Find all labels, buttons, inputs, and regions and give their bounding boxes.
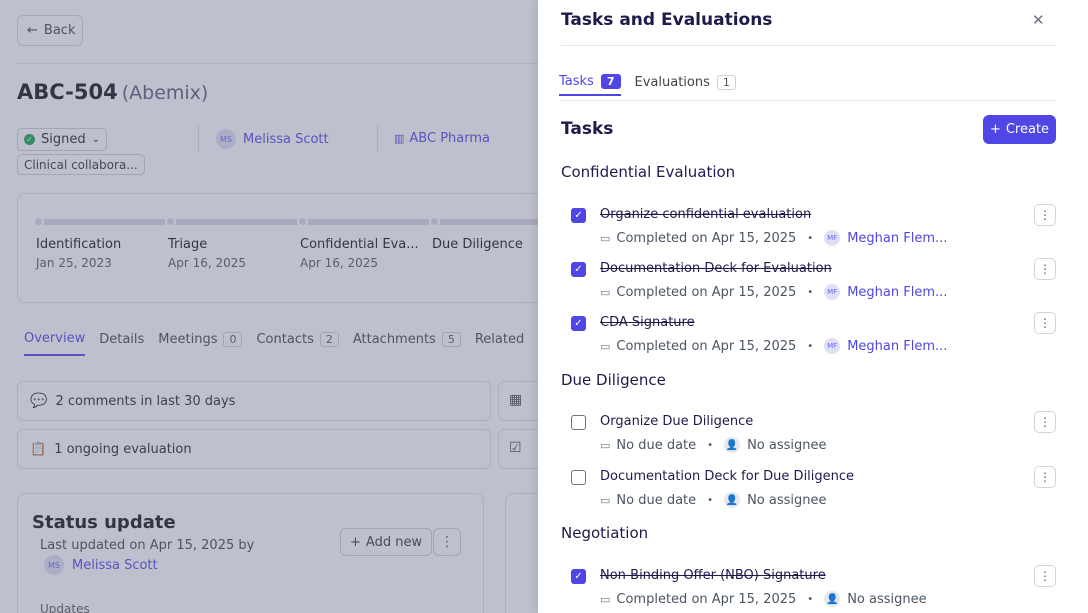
user-icon: 👤 [724, 437, 741, 453]
task-item: Documentation Deck for Due Diligence ▭ N… [571, 464, 1056, 514]
plus-icon: + [989, 122, 1001, 137]
task-item: ✓ Organize confidential evaluation ▭ Com… [571, 202, 1056, 252]
separator-dot: • [807, 593, 814, 605]
tab-label: Evaluations [634, 75, 710, 90]
section-title: Confidential Evaluation [561, 163, 736, 181]
user-icon: 👤 [824, 591, 841, 607]
check-icon: ✓ [574, 264, 583, 275]
task-name[interactable]: Organize confidential evaluation [600, 207, 811, 222]
avatar: MF [824, 284, 841, 300]
separator-dot: • [707, 439, 714, 451]
calendar-icon: ▭ [600, 339, 611, 353]
task-checkbox[interactable]: ✓ [571, 316, 586, 331]
calendar-icon: ▭ [600, 438, 611, 452]
task-name[interactable]: Organize Due Diligence [600, 414, 753, 429]
task-name[interactable]: Documentation Deck for Due Diligence [600, 469, 854, 484]
task-meta: ▭ No due date • 👤 No assignee [600, 492, 826, 508]
task-meta: ▭ No due date • 👤 No assignee [600, 437, 826, 453]
modal-backdrop[interactable] [0, 0, 538, 613]
user-icon: 👤 [724, 492, 741, 508]
task-date: No due date [616, 492, 697, 508]
tab-label: Tasks [559, 74, 594, 89]
tasks-heading: Tasks [561, 119, 614, 139]
check-icon: ✓ [574, 210, 583, 221]
separator-dot: • [707, 494, 714, 506]
section-title: Due Diligence [561, 371, 666, 389]
task-checkbox[interactable]: ✓ [571, 262, 586, 277]
task-date: Completed on Apr 15, 2025 [616, 284, 797, 300]
tab-count: 7 [600, 74, 621, 89]
task-checkbox[interactable]: ✓ [571, 208, 586, 223]
create-task-button[interactable]: + Create [983, 115, 1056, 144]
kebab-icon: ⋮ [1039, 569, 1051, 583]
calendar-icon: ▭ [600, 592, 611, 606]
task-menu-button[interactable]: ⋮ [1034, 204, 1056, 226]
avatar: MF [824, 338, 841, 354]
task-date: Completed on Apr 15, 2025 [616, 591, 797, 607]
tab-count: 1 [716, 75, 736, 90]
check-icon: ✓ [574, 571, 583, 582]
calendar-icon: ▭ [600, 493, 611, 507]
task-name[interactable]: CDA Signature [600, 315, 695, 330]
task-meta: ▭ Completed on Apr 15, 2025 • MF Meghan … [600, 230, 947, 246]
tab-tasks[interactable]: Tasks 7 [559, 74, 621, 96]
task-menu-button[interactable]: ⋮ [1034, 466, 1056, 488]
task-name[interactable]: Non-Binding Offer (NBO) Signature [600, 568, 826, 583]
task-meta: ▭ Completed on Apr 15, 2025 • MF Meghan … [600, 284, 947, 300]
task-assignee[interactable]: Meghan Flem... [847, 231, 947, 246]
kebab-icon: ⋮ [1039, 262, 1051, 276]
calendar-icon: ▭ [600, 285, 611, 299]
kebab-icon: ⋮ [1039, 470, 1051, 484]
task-assignee[interactable]: No assignee [847, 592, 926, 607]
task-item: ✓ Documentation Deck for Evaluation ▭ Co… [571, 256, 1056, 306]
tasks-drawer: Tasks and Evaluations ✕ Tasks 7 Evaluati… [538, 0, 1088, 613]
task-name[interactable]: Documentation Deck for Evaluation [600, 261, 832, 276]
task-assignee[interactable]: Meghan Flem... [847, 285, 947, 300]
close-icon: ✕ [1032, 11, 1045, 29]
task-date: Completed on Apr 15, 2025 [616, 338, 797, 354]
task-item: ✓ Non-Binding Offer (NBO) Signature ▭ Co… [571, 563, 1056, 613]
task-item: ✓ CDA Signature ▭ Completed on Apr 15, 2… [571, 310, 1056, 360]
task-meta: ▭ Completed on Apr 15, 2025 • 👤 No assig… [600, 591, 927, 607]
tab-evaluations[interactable]: Evaluations 1 [635, 74, 736, 96]
check-icon: ✓ [574, 318, 583, 329]
section-title: Negotiation [561, 524, 649, 542]
task-meta: ▭ Completed on Apr 15, 2025 • MF Meghan … [600, 338, 947, 354]
task-checkbox[interactable] [571, 470, 586, 485]
task-checkbox[interactable]: ✓ [571, 569, 586, 584]
avatar: MF [824, 230, 841, 246]
task-date: No due date [616, 437, 697, 453]
kebab-icon: ⋮ [1039, 316, 1051, 330]
task-date: Completed on Apr 15, 2025 [616, 230, 797, 246]
calendar-icon: ▭ [600, 231, 611, 245]
separator-dot: • [807, 286, 814, 298]
task-assignee[interactable]: No assignee [747, 493, 826, 508]
kebab-icon: ⋮ [1039, 208, 1051, 222]
kebab-icon: ⋮ [1039, 415, 1051, 429]
task-assignee[interactable]: No assignee [747, 438, 826, 453]
task-menu-button[interactable]: ⋮ [1034, 312, 1056, 334]
task-assignee[interactable]: Meghan Flem... [847, 339, 947, 354]
drawer-tabs: Tasks 7 Evaluations 1 [559, 74, 736, 96]
task-checkbox[interactable] [571, 415, 586, 430]
task-menu-button[interactable]: ⋮ [1034, 411, 1056, 433]
task-menu-button[interactable]: ⋮ [1034, 258, 1056, 280]
task-menu-button[interactable]: ⋮ [1034, 565, 1056, 587]
separator-dot: • [807, 232, 814, 244]
drawer-title: Tasks and Evaluations [561, 10, 773, 30]
separator-dot: • [807, 340, 814, 352]
task-item: Organize Due Diligence ▭ No due date • 👤… [571, 409, 1056, 459]
divider [561, 45, 1056, 46]
create-label: Create [1005, 122, 1050, 137]
close-button[interactable]: ✕ [1032, 11, 1045, 29]
divider [561, 100, 1056, 101]
